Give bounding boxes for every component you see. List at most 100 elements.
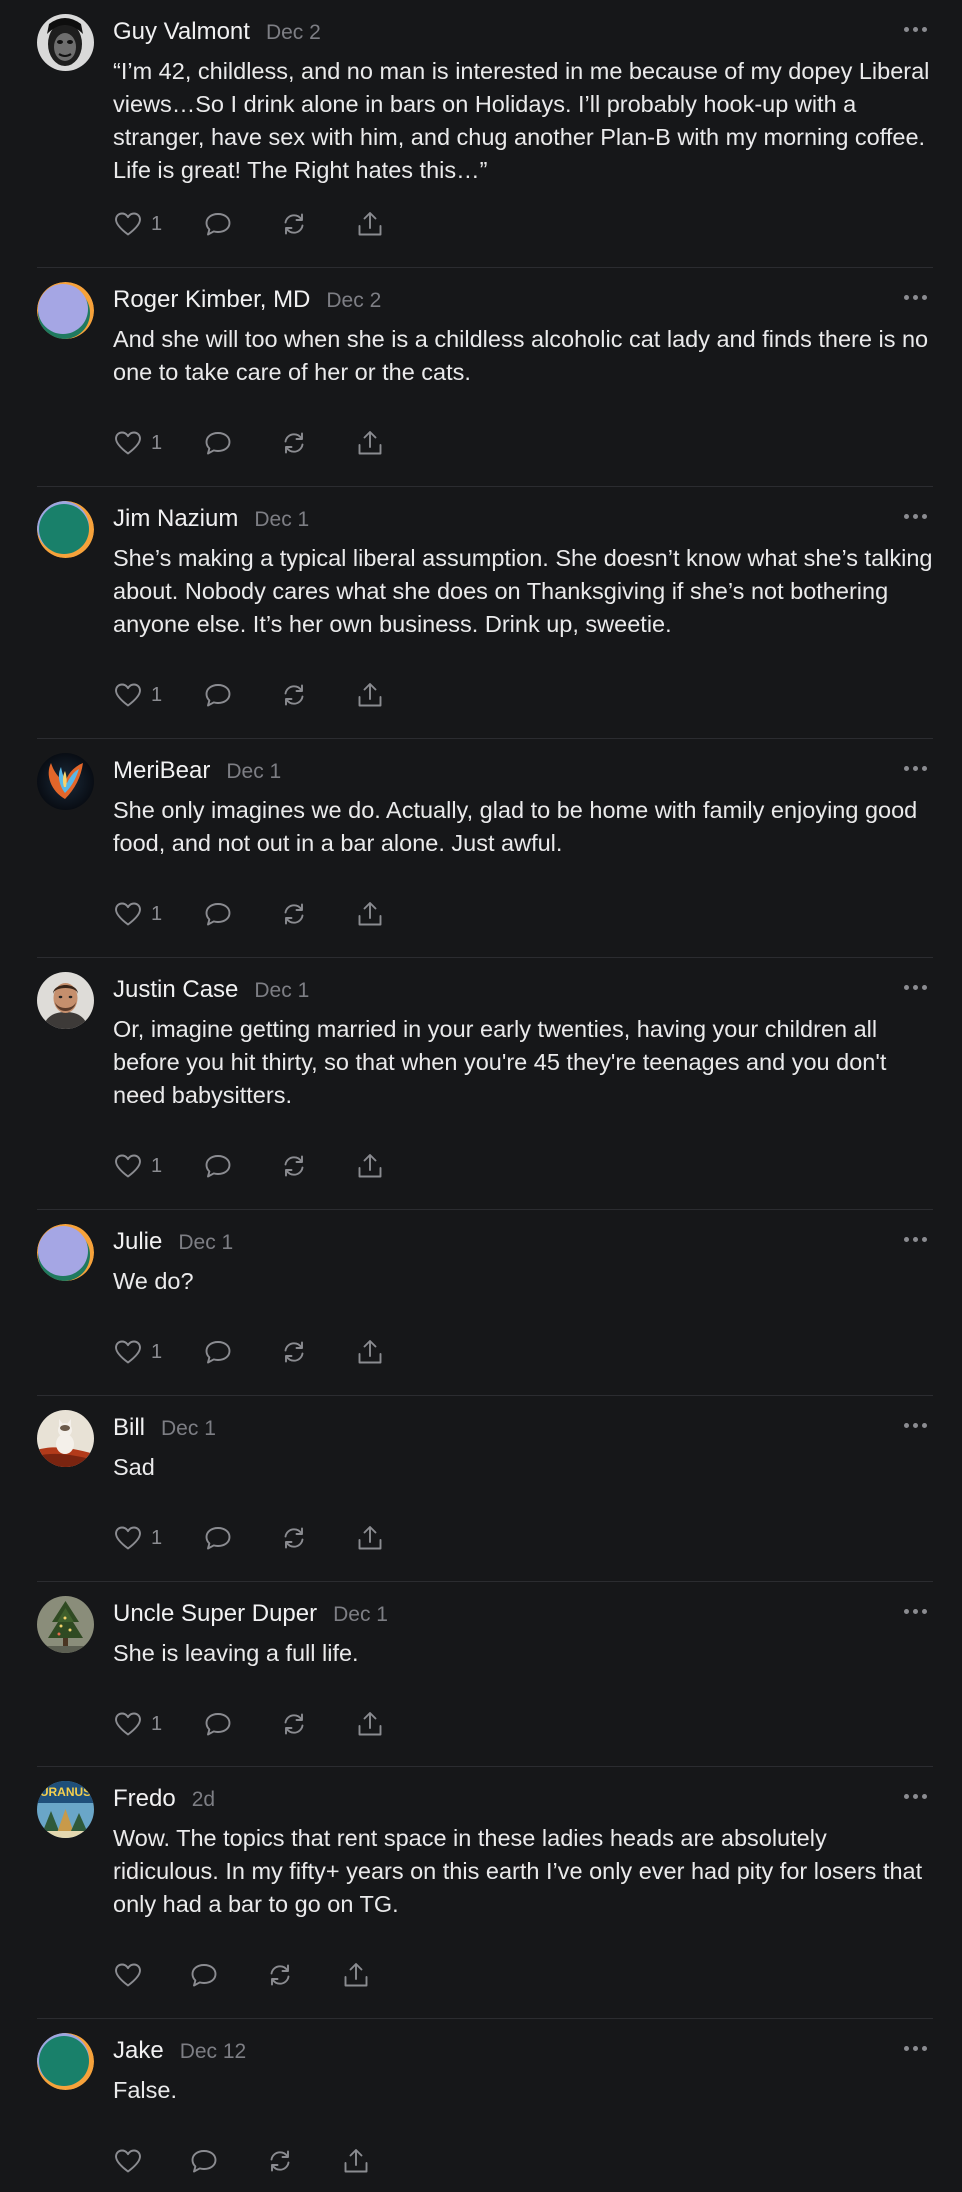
author-name[interactable]: Fredo [113, 1785, 176, 1813]
restack-button[interactable] [279, 207, 309, 241]
more-options-button[interactable] [897, 2033, 933, 2063]
avatar[interactable] [37, 753, 94, 810]
reply-button[interactable] [203, 1149, 233, 1183]
reply-button[interactable] [203, 678, 233, 712]
comment-date[interactable]: Dec 1 [178, 1231, 233, 1255]
like-count: 1 [151, 1154, 163, 1177]
comment-date[interactable]: Dec 1 [161, 1417, 216, 1441]
avatar-poster-text: URANUS [40, 1785, 91, 1799]
more-dots-icon [903, 984, 909, 990]
avatar[interactable] [37, 1224, 94, 1281]
reply-button[interactable] [203, 1707, 233, 1741]
like-button[interactable]: 1 [113, 897, 162, 931]
author-name[interactable]: Bill [113, 1414, 145, 1442]
more-options-button[interactable] [897, 972, 933, 1002]
author-name[interactable]: Uncle Super Duper [113, 1600, 317, 1628]
more-dots-icon [912, 26, 918, 32]
restack-button[interactable] [279, 1335, 309, 1369]
avatar[interactable] [37, 1410, 94, 1467]
comment-date[interactable]: 2d [192, 1788, 215, 1812]
share-button[interactable] [355, 1707, 385, 1741]
share-upload-icon [355, 1151, 385, 1181]
more-dots-icon [903, 26, 909, 32]
like-count: 1 [151, 683, 163, 706]
heart-icon [113, 680, 143, 710]
share-button[interactable] [355, 1149, 385, 1183]
author-name[interactable]: Justin Case [113, 976, 238, 1004]
heart-icon [113, 1960, 143, 1990]
author-name[interactable]: Jim Nazium [113, 505, 238, 533]
more-options-button[interactable] [897, 1596, 933, 1626]
restack-button[interactable] [279, 1149, 309, 1183]
restack-button[interactable] [279, 1521, 309, 1555]
restack-button[interactable] [265, 2144, 295, 2178]
comment-date[interactable]: Dec 1 [333, 1603, 388, 1627]
comment-header: Jake Dec 12 [113, 2037, 246, 2065]
like-button[interactable]: 1 [113, 426, 162, 460]
restack-button[interactable] [279, 426, 309, 460]
like-button[interactable]: 1 [113, 1335, 162, 1369]
comment-item: Guy Valmont Dec 2 “I’m 42, childless, and … [37, 0, 933, 268]
more-options-button[interactable] [897, 1781, 933, 1811]
like-button[interactable]: 1 [113, 1149, 162, 1183]
more-options-button[interactable] [897, 753, 933, 783]
more-options-button[interactable] [897, 1224, 933, 1254]
more-options-button[interactable] [897, 1410, 933, 1440]
more-dots-icon [921, 1793, 927, 1799]
comment-date[interactable]: Dec 12 [180, 2040, 247, 2064]
avatar[interactable] [37, 282, 94, 339]
share-button[interactable] [355, 678, 385, 712]
avatar[interactable] [37, 501, 94, 558]
reply-button[interactable] [189, 2144, 219, 2178]
reply-button[interactable] [189, 1958, 219, 1992]
reply-button[interactable] [203, 1335, 233, 1369]
avatar[interactable]: URANUS [37, 1781, 94, 1838]
author-name[interactable]: Guy Valmont [113, 18, 250, 46]
comment-item: Jim Nazium Dec 1 She’s making a typical li… [37, 487, 933, 739]
share-button[interactable] [355, 1335, 385, 1369]
author-name[interactable]: Julie [113, 1228, 162, 1256]
like-button[interactable]: 1 [113, 207, 162, 241]
restack-button[interactable] [279, 678, 309, 712]
like-button[interactable] [113, 1958, 143, 1992]
restack-button[interactable] [265, 1958, 295, 1992]
more-dots-icon [903, 1793, 909, 1799]
comment-date[interactable]: Dec 2 [266, 21, 321, 45]
avatar[interactable] [37, 2033, 94, 2090]
like-button[interactable]: 1 [113, 678, 162, 712]
share-button[interactable] [355, 897, 385, 931]
reply-button[interactable] [203, 426, 233, 460]
author-name[interactable]: Jake [113, 2037, 164, 2065]
reply-button[interactable] [203, 1521, 233, 1555]
more-options-button[interactable] [897, 282, 933, 312]
more-dots-icon [912, 2045, 918, 2051]
reply-button[interactable] [203, 897, 233, 931]
more-options-button[interactable] [897, 14, 933, 44]
share-button[interactable] [355, 1521, 385, 1555]
restack-button[interactable] [279, 897, 309, 931]
more-options-button[interactable] [897, 501, 933, 531]
share-button[interactable] [341, 2144, 371, 2178]
share-button[interactable] [355, 426, 385, 460]
like-button[interactable]: 1 [113, 1521, 162, 1555]
restack-button[interactable] [279, 1707, 309, 1741]
avatar[interactable] [37, 972, 94, 1029]
avatar[interactable] [37, 14, 94, 71]
speech-bubble-icon [203, 1523, 233, 1553]
comment-date[interactable]: Dec 1 [254, 979, 309, 1003]
author-name[interactable]: Roger Kimber, MD [113, 286, 310, 314]
speech-bubble-icon [203, 899, 233, 929]
speech-bubble-icon [189, 1960, 219, 1990]
like-button[interactable] [113, 2144, 143, 2178]
avatar[interactable] [37, 1596, 94, 1653]
share-button[interactable] [355, 207, 385, 241]
like-button[interactable]: 1 [113, 1707, 162, 1741]
share-button[interactable] [341, 1958, 371, 1992]
reply-button[interactable] [203, 207, 233, 241]
comment-date[interactable]: Dec 1 [226, 760, 281, 784]
restack-arrows-icon [279, 1523, 309, 1553]
comment-date[interactable]: Dec 1 [254, 508, 309, 532]
comment-text: And she will too when she is a childless… [113, 326, 929, 385]
author-name[interactable]: MeriBear [113, 757, 210, 785]
comment-date[interactable]: Dec 2 [326, 289, 381, 313]
